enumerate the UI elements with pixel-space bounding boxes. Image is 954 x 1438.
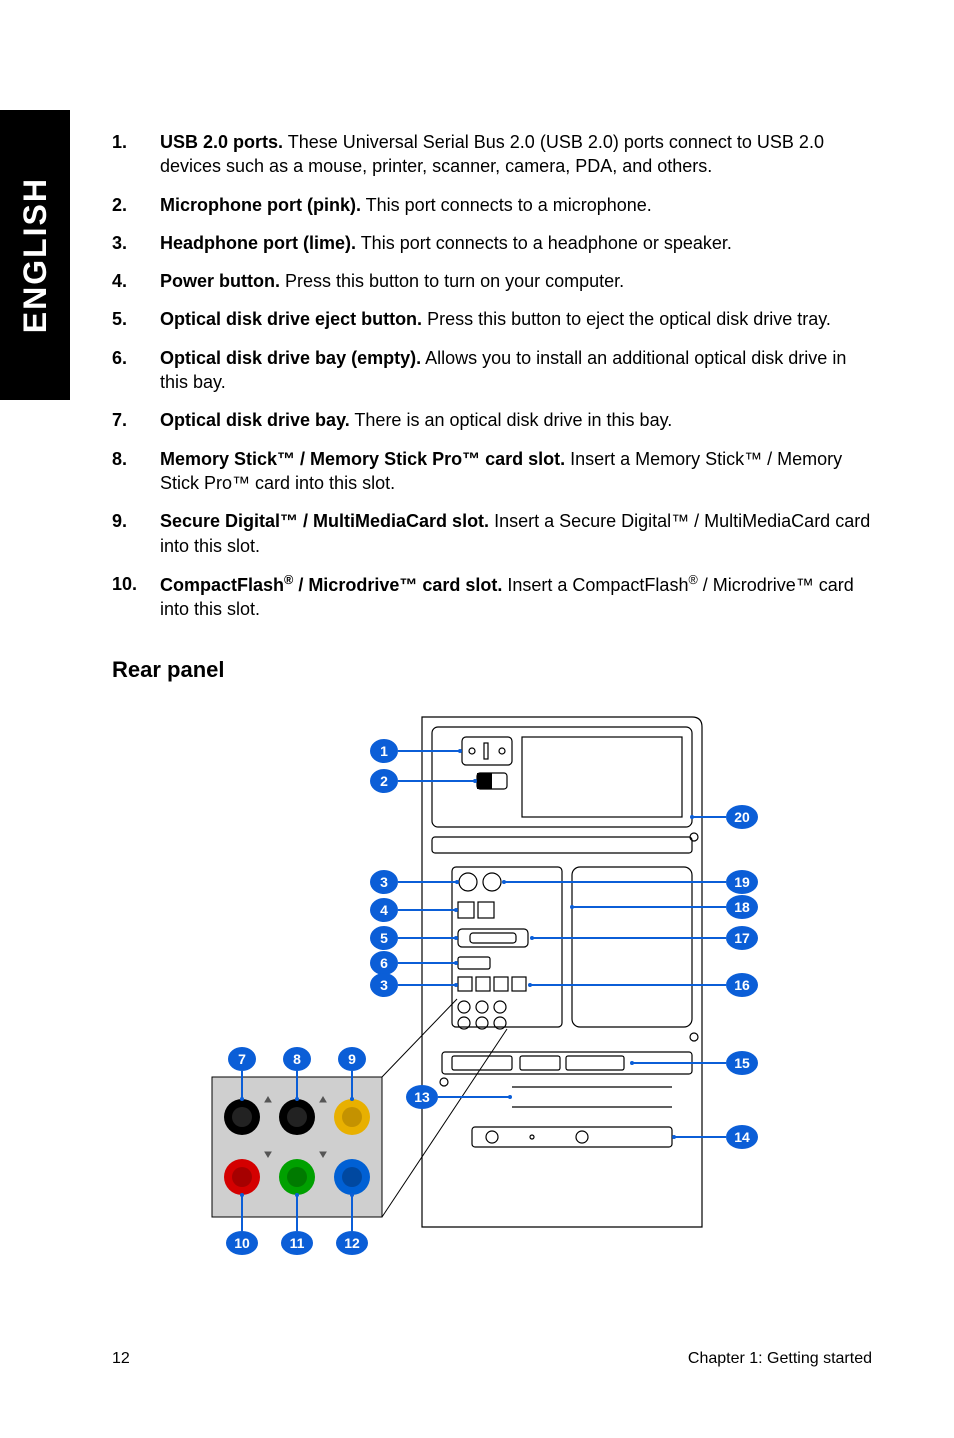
list-item: 6. Optical disk drive bay (empty). Allow…: [112, 346, 872, 395]
svg-text:14: 14: [734, 1129, 750, 1145]
item-body: Microphone port (pink). This port connec…: [160, 193, 872, 217]
item-body: Secure Digital™ / MultiMediaCard slot. I…: [160, 509, 872, 558]
main-content: 1. USB 2.0 ports. These Universal Serial…: [112, 130, 872, 1267]
callout-17: 17: [530, 926, 758, 950]
item-body: Optical disk drive bay. There is an opti…: [160, 408, 872, 432]
rear-panel-diagram: 1 2 3: [112, 707, 872, 1267]
list-item: 3. Headphone port (lime). This port conn…: [112, 231, 872, 255]
callout-3b: 3: [370, 973, 458, 997]
svg-text:3: 3: [380, 977, 388, 993]
chapter-label: Chapter 1: Getting started: [688, 1350, 872, 1368]
item-number: 9.: [112, 509, 160, 558]
diagram-svg: 1 2 3: [112, 707, 872, 1267]
callout-1: 1: [370, 739, 462, 763]
item-number: 2.: [112, 193, 160, 217]
list-item: 7. Optical disk drive bay. There is an o…: [112, 408, 872, 432]
svg-text:18: 18: [734, 899, 750, 915]
item-number: 7.: [112, 408, 160, 432]
svg-text:9: 9: [348, 1051, 356, 1067]
svg-text:6: 6: [380, 955, 388, 971]
item-body: USB 2.0 ports. These Universal Serial Bu…: [160, 130, 872, 179]
svg-text:12: 12: [344, 1235, 360, 1251]
list-item: 9. Secure Digital™ / MultiMediaCard slot…: [112, 509, 872, 558]
svg-text:13: 13: [414, 1089, 430, 1105]
svg-text:2: 2: [380, 773, 388, 789]
svg-text:8: 8: [293, 1051, 301, 1067]
svg-text:1: 1: [380, 743, 388, 759]
item-number: 5.: [112, 307, 160, 331]
list-item: 2. Microphone port (pink). This port con…: [112, 193, 872, 217]
svg-text:17: 17: [734, 930, 750, 946]
list-item: 10. CompactFlash® / Microdrive™ card slo…: [112, 572, 872, 622]
svg-text:7: 7: [238, 1051, 246, 1067]
callout-19: 19: [502, 870, 758, 894]
callout-5: 5: [370, 926, 458, 950]
section-title: Rear panel: [112, 657, 872, 683]
language-tab: ENGLISH: [0, 110, 70, 400]
item-body: CompactFlash® / Microdrive™ card slot. I…: [160, 572, 872, 622]
item-body: Headphone port (lime). This port connect…: [160, 231, 872, 255]
callout-14: 14: [672, 1125, 758, 1149]
item-body: Power button. Press this button to turn …: [160, 269, 872, 293]
item-number: 4.: [112, 269, 160, 293]
page-number: 12: [112, 1350, 130, 1368]
item-body: Optical disk drive bay (empty). Allows y…: [160, 346, 872, 395]
callout-15: 15: [630, 1051, 758, 1075]
svg-text:4: 4: [380, 902, 388, 918]
list-item: 5. Optical disk drive eject button. Pres…: [112, 307, 872, 331]
item-number: 10.: [112, 572, 160, 622]
language-tab-text: ENGLISH: [17, 177, 54, 333]
item-body: Optical disk drive eject button. Press t…: [160, 307, 872, 331]
list-item: 1. USB 2.0 ports. These Universal Serial…: [112, 130, 872, 179]
svg-text:5: 5: [380, 930, 388, 946]
svg-text:11: 11: [290, 1235, 305, 1251]
callout-20: 20: [690, 805, 758, 829]
list-item: 4. Power button. Press this button to tu…: [112, 269, 872, 293]
item-number: 3.: [112, 231, 160, 255]
callout-2: 2: [370, 769, 477, 793]
page-footer: 12 Chapter 1: Getting started: [112, 1350, 872, 1368]
svg-text:19: 19: [734, 874, 750, 890]
item-body: Memory Stick™ / Memory Stick Pro™ card s…: [160, 447, 872, 496]
svg-text:3: 3: [380, 874, 388, 890]
item-number: 8.: [112, 447, 160, 496]
item-number: 6.: [112, 346, 160, 395]
svg-text:16: 16: [734, 977, 750, 993]
callout-4: 4: [370, 898, 458, 922]
list-item: 8. Memory Stick™ / Memory Stick Pro™ car…: [112, 447, 872, 496]
callout-6: 6: [370, 951, 458, 975]
feature-list: 1. USB 2.0 ports. These Universal Serial…: [112, 130, 872, 621]
callout-13: 13: [406, 1085, 512, 1109]
svg-text:15: 15: [734, 1055, 750, 1071]
callout-3a: 3: [370, 870, 459, 894]
svg-text:10: 10: [234, 1235, 250, 1251]
callout-18: 18: [570, 895, 758, 919]
item-number: 1.: [112, 130, 160, 179]
svg-text:20: 20: [734, 809, 750, 825]
